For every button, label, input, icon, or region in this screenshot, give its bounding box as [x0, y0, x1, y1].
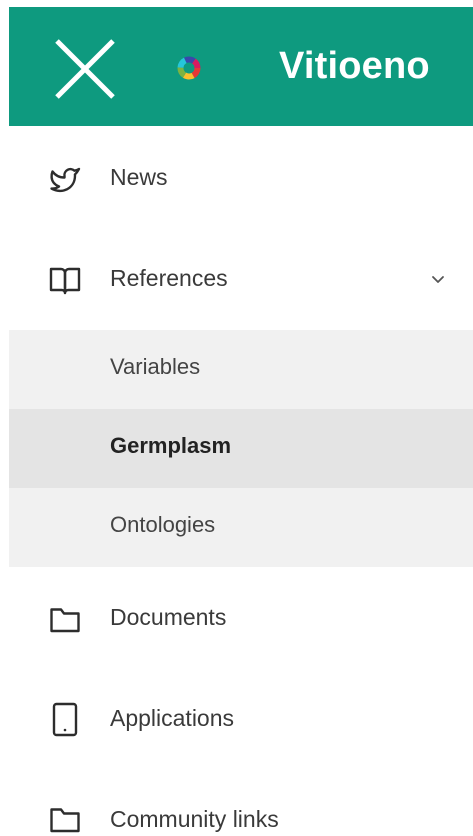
folder-icon	[49, 604, 81, 636]
references-submenu: Variables Germplasm Ontologies	[9, 330, 473, 567]
menu-item-documents[interactable]: Documents	[9, 590, 473, 650]
submenu-item-germplasm-label: Germplasm	[110, 433, 232, 458]
close-icon	[55, 39, 115, 99]
close-button[interactable]	[50, 37, 120, 101]
menu-item-applications-label: Applications	[110, 705, 235, 731]
menu-item-applications[interactable]: Applications	[9, 690, 473, 750]
brand-logo[interactable]	[176, 55, 202, 81]
menu-item-documents-label: Documents	[110, 604, 227, 630]
submenu-item-variables-label: Variables	[110, 354, 201, 379]
twitter-bird-icon	[49, 163, 81, 195]
chevron-down-icon[interactable]	[429, 270, 447, 288]
menu-item-community-links[interactable]: Community links	[9, 792, 473, 836]
tablet-icon	[49, 702, 81, 737]
navigation-drawer: Vitioeno News References Variables Germp…	[0, 0, 473, 836]
open-book-icon	[49, 264, 81, 296]
submenu-item-variables[interactable]: Variables	[9, 330, 473, 409]
menu-item-references-label: References	[110, 265, 228, 291]
menu-item-news-label: News	[110, 164, 168, 190]
submenu-item-germplasm[interactable]: Germplasm	[9, 409, 473, 488]
menu-item-news[interactable]: News	[9, 150, 473, 210]
drawer-header: Vitioeno	[9, 7, 473, 126]
menu-item-community-links-label: Community links	[110, 806, 279, 832]
app-title[interactable]: Vitioeno	[279, 40, 430, 92]
folder-icon	[49, 804, 81, 836]
submenu-item-ontologies-label: Ontologies	[110, 512, 216, 537]
menu-item-references[interactable]: References	[9, 250, 473, 310]
multicolor-ring-logo-icon	[177, 56, 201, 80]
submenu-item-ontologies[interactable]: Ontologies	[9, 488, 473, 567]
